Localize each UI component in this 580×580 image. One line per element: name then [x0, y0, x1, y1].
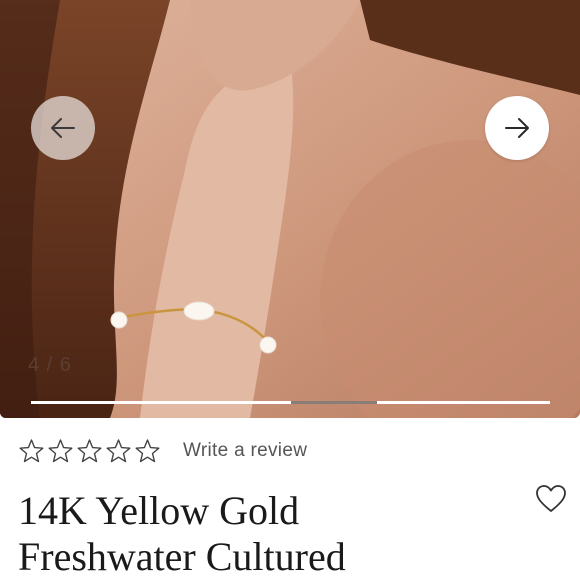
- product-image-gallery[interactable]: 4 / 6: [0, 0, 580, 418]
- star-icon[interactable]: [76, 438, 103, 465]
- heart-outline-icon: [536, 485, 566, 512]
- product-title-line-1: 14K Yellow Gold: [18, 488, 300, 533]
- image-counter: 4 / 6: [28, 354, 72, 376]
- rating-row: Write a review: [18, 436, 307, 466]
- product-title-line-2: Freshwater Cultured: [18, 534, 346, 579]
- next-image-button[interactable]: [485, 96, 549, 160]
- star-icon[interactable]: [47, 438, 74, 465]
- previous-image-button[interactable]: [31, 96, 95, 160]
- write-review-link[interactable]: Write a review: [183, 440, 307, 462]
- product-photo: [0, 0, 580, 418]
- star-icon[interactable]: [105, 438, 132, 465]
- arrow-right-icon: [505, 118, 529, 138]
- product-title: 14K Yellow Gold Freshwater Cultured: [18, 488, 498, 580]
- gallery-progress-indicator: [290, 401, 378, 404]
- arrow-left-icon: [51, 118, 75, 138]
- favorite-button[interactable]: [535, 484, 567, 514]
- gallery-progress-track: [31, 401, 550, 404]
- star-icon[interactable]: [18, 438, 45, 465]
- star-icon[interactable]: [134, 438, 161, 465]
- star-rating[interactable]: [18, 438, 161, 465]
